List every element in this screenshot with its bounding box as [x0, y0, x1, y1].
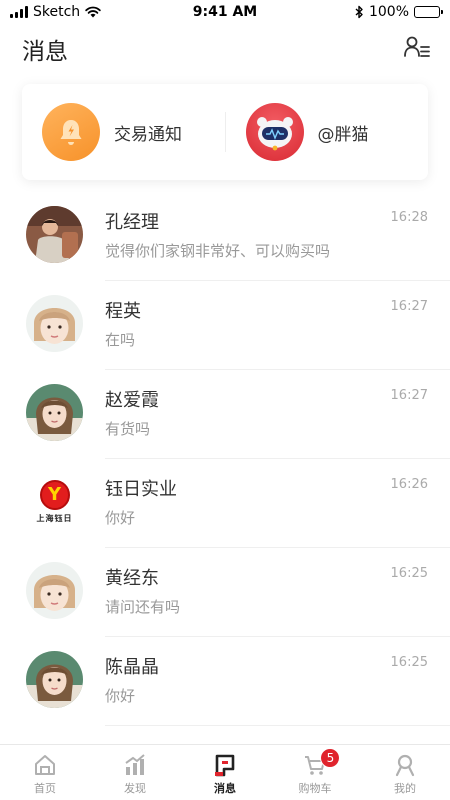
- message-preview: 请问还有吗: [105, 598, 181, 616]
- tab-messages[interactable]: 消息: [180, 745, 270, 800]
- message-time: 16:28: [390, 210, 428, 225]
- contact-name: 孔经理: [105, 212, 159, 233]
- contact-name: 钰日实业: [105, 479, 177, 500]
- message-preview: 觉得你们家钢非常好、可以购买吗: [105, 242, 331, 260]
- avatar: [26, 562, 83, 619]
- contact-name: 赵爱霞: [105, 390, 159, 411]
- tab-cart[interactable]: 5 购物车: [270, 745, 360, 800]
- logo-mark: Y: [39, 479, 70, 510]
- conversation-row[interactable]: 赵爱霞 有货吗 16:27: [0, 370, 450, 459]
- avatar: [26, 384, 83, 441]
- message-time: 16:25: [390, 566, 428, 581]
- status-right: 100%: [355, 4, 443, 20]
- tab-bar: 首页 发现 消息 5 购物车 我的: [0, 744, 450, 800]
- home-icon: [35, 755, 55, 775]
- row-divider: [105, 725, 450, 726]
- mention-notification-entry[interactable]: @胖猫: [226, 84, 429, 180]
- notification-label: @胖猫: [317, 124, 369, 145]
- message-preview: 有货吗: [105, 420, 151, 438]
- tab-label: 购物车: [298, 782, 332, 795]
- bluetooth-icon: [355, 5, 363, 19]
- logo-text: 上海钰日: [36, 513, 73, 523]
- conversation-list: 孔经理 觉得你们家钢非常好、可以购买吗 16:28 程英 在吗 16:27 赵爱…: [0, 192, 450, 726]
- avatar: [26, 206, 83, 263]
- conversation-row[interactable]: Y 上海钰日 钰日实业 你好 16:26: [0, 459, 450, 548]
- company-logo: Y 上海钰日: [26, 473, 83, 530]
- chart-icon: [125, 754, 145, 775]
- tab-label: 我的: [394, 782, 416, 795]
- tab-home[interactable]: 首页: [0, 745, 90, 800]
- profile-icon: [395, 754, 415, 777]
- message-time: 16:25: [390, 655, 428, 670]
- carrier-label: Sketch: [33, 4, 81, 20]
- avatar: Y 上海钰日: [26, 473, 83, 530]
- battery-icon: [414, 6, 443, 18]
- contact-name: 程英: [105, 301, 141, 322]
- panda-mascot-icon: [245, 103, 304, 161]
- message-icon: [215, 754, 235, 777]
- avatar: [26, 651, 83, 708]
- contact-name: 黄经东: [105, 568, 159, 589]
- tab-label: 发现: [124, 782, 146, 795]
- contacts-list-icon: [404, 36, 430, 57]
- conversation-row[interactable]: 陈晶晶 你好 16:25: [0, 637, 450, 726]
- tab-label: 首页: [34, 782, 56, 795]
- header: 消息: [0, 28, 450, 68]
- trade-notification-entry[interactable]: 交易通知: [22, 84, 225, 180]
- tab-profile[interactable]: 我的: [360, 745, 450, 800]
- message-preview: 你好: [105, 509, 136, 527]
- bell-icon: [42, 103, 100, 161]
- status-bar: Sketch 9:41 AM 100%: [0, 0, 450, 24]
- conversation-row[interactable]: 程英 在吗 16:27: [0, 281, 450, 370]
- page-title: 消息: [22, 39, 68, 65]
- message-time: 16:27: [390, 388, 428, 403]
- contact-name: 陈晶晶: [105, 657, 159, 678]
- contacts-button[interactable]: [402, 32, 432, 62]
- avatar: [26, 295, 83, 352]
- message-preview: 在吗: [105, 331, 136, 349]
- notification-label: 交易通知: [114, 124, 182, 145]
- status-left: Sketch: [10, 4, 101, 20]
- message-time: 16:27: [390, 299, 428, 314]
- cart-badge: 5: [320, 748, 341, 768]
- tab-discover[interactable]: 发现: [90, 745, 180, 800]
- message-time: 16:26: [390, 477, 428, 492]
- conversation-row[interactable]: 黄经东 请问还有吗 16:25: [0, 548, 450, 637]
- tab-label: 消息: [214, 782, 236, 795]
- message-preview: 你好: [105, 687, 136, 705]
- conversation-row[interactable]: 孔经理 觉得你们家钢非常好、可以购买吗 16:28: [0, 192, 450, 281]
- signal-icon: [10, 6, 28, 18]
- battery-percent: 100%: [368, 4, 409, 20]
- notification-card: 交易通知 @胖猫: [22, 84, 428, 180]
- wifi-icon: [85, 6, 101, 18]
